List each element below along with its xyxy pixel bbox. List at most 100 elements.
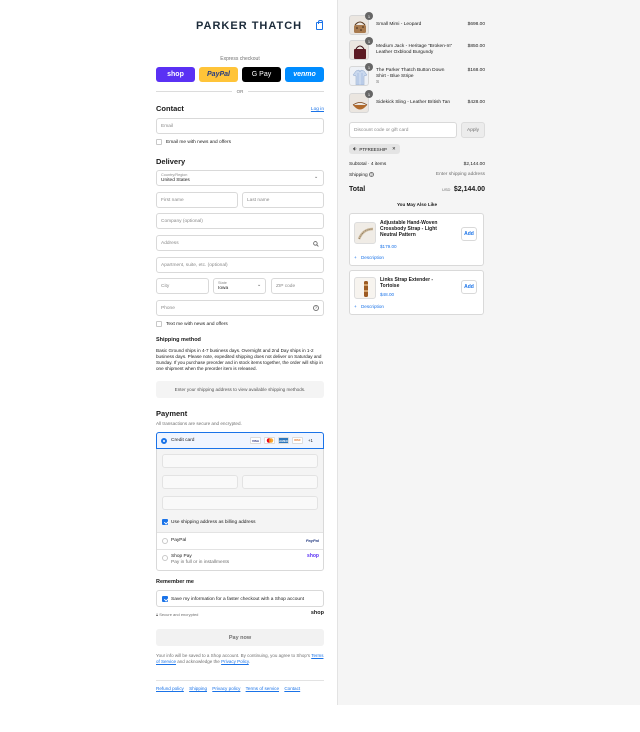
close-icon[interactable]: ✕: [392, 146, 396, 152]
help-icon[interactable]: ?: [369, 172, 375, 177]
paypal-option[interactable]: PayPal PayPal: [157, 533, 323, 549]
discount-tag: ⬖ PTFREESHIP ✕: [349, 144, 400, 154]
paypal-label: PayPal: [207, 71, 230, 78]
google-pay-button[interactable]: G Pay: [242, 67, 281, 82]
apply-button[interactable]: Apply: [461, 122, 485, 138]
currency-label: USD: [442, 187, 451, 192]
add-button[interactable]: Add: [461, 227, 477, 241]
credit-card-option[interactable]: Credit card VISA AMEX DISC +1: [156, 432, 324, 449]
description-toggle[interactable]: + Description: [354, 255, 384, 260]
product-name: Sidekick Sling - Leather British Tan: [376, 100, 451, 105]
express-checkout-title: Express checkout: [220, 56, 260, 62]
divider: [156, 91, 232, 92]
add-label: Add: [464, 284, 474, 290]
state-select[interactable]: State Iowa ⌄: [213, 278, 266, 294]
quantity-badge: 1: [365, 90, 373, 98]
shop-pay-button[interactable]: shop: [156, 67, 195, 82]
help-icon[interactable]: ?: [313, 305, 319, 311]
product-price: $428.00: [467, 100, 485, 105]
recommendation-name[interactable]: Links Strap Extender - Tortoise: [380, 277, 450, 289]
quantity-badge: 1: [365, 37, 373, 45]
shopping-bag-icon[interactable]: [316, 20, 323, 30]
text-news-label: Text me with news and offers: [166, 322, 228, 327]
city-field[interactable]: City: [156, 278, 209, 294]
pay-now-label: Pay now: [228, 634, 252, 641]
chevron-down-icon: ⌄: [256, 283, 261, 288]
amex-icon: AMEX: [278, 437, 289, 444]
country-value: United States: [161, 178, 190, 183]
card-cvc-field[interactable]: [242, 475, 318, 489]
company-field[interactable]: Company (optional): [156, 213, 324, 229]
remember-me-heading: Remember me: [156, 579, 194, 585]
email-placeholder: Email: [161, 123, 173, 129]
footer-link-refund[interactable]: Refund policy: [156, 686, 184, 691]
venmo-button[interactable]: venmo: [285, 67, 324, 82]
amex-label: AMEX: [279, 438, 288, 443]
address-placeholder: Address: [161, 240, 179, 246]
description-label: Description: [360, 255, 384, 260]
card-name-field[interactable]: [162, 496, 318, 510]
country-select[interactable]: Country/Region United States ⌄: [156, 170, 324, 186]
legal-mid: and acknowledge the: [177, 659, 220, 664]
credit-card-radio[interactable]: [161, 438, 167, 444]
subtotal-label: Subtotal · 4 items: [349, 162, 387, 167]
last-name-placeholder: Last name: [247, 197, 270, 203]
recommendation-name[interactable]: Adjustable Hand-Woven Crossbody Strap - …: [380, 220, 450, 239]
privacy-link[interactable]: Privacy Policy: [221, 659, 249, 664]
total-label: Total: [349, 186, 366, 193]
mastercard-circles: [266, 438, 273, 443]
strap-image: [357, 227, 374, 240]
description-toggle[interactable]: + Description: [354, 304, 384, 309]
shop-pay-radio[interactable]: [162, 555, 168, 561]
card-number-field[interactable]: [162, 454, 318, 468]
pay-now-button[interactable]: Pay now: [156, 629, 324, 646]
payment-subtitle: All transactions are secure and encrypte…: [156, 421, 242, 426]
credit-card-label: Credit card: [171, 438, 195, 443]
first-name-field[interactable]: First name: [156, 192, 238, 208]
shipping-method-heading: Shipping method: [156, 337, 201, 343]
last-name-field[interactable]: Last name: [242, 192, 324, 208]
paypal-button[interactable]: PayPal: [199, 67, 238, 82]
footer-links: Refund policy Shipping Privacy policy Te…: [156, 686, 300, 691]
discover-icon: DISC: [292, 437, 303, 444]
email-field[interactable]: Email: [156, 118, 324, 134]
discount-placeholder: Discount code or gift card: [354, 127, 409, 133]
apartment-field[interactable]: Apartment, suite, etc. (optional): [156, 257, 324, 273]
email-news-checkbox[interactable]: [156, 139, 162, 145]
legal-text: Your info will be saved to a Shop accoun…: [156, 653, 324, 665]
shipping-placeholder-text: Enter your shipping address to view avai…: [174, 387, 306, 392]
brand-logo[interactable]: PARKER THATCH: [196, 20, 302, 32]
phone-placeholder: Phone: [161, 305, 175, 311]
shop-pay-option[interactable]: Shop Pay Pay in full or in installments …: [157, 550, 323, 571]
remember-me-box: Save my information for a faster checkou…: [156, 590, 324, 607]
divider: [248, 91, 324, 92]
or-label: OR: [236, 89, 244, 94]
save-info-checkbox[interactable]: [162, 596, 168, 602]
paypal-radio[interactable]: [162, 538, 168, 544]
footer-link-shipping[interactable]: Shipping: [189, 686, 207, 691]
discount-code-field[interactable]: Discount code or gift card: [349, 122, 457, 138]
company-placeholder: Company (optional): [161, 218, 203, 224]
description-label: Description: [360, 304, 384, 309]
footer-link-privacy[interactable]: Privacy policy: [212, 686, 240, 691]
discount-tag-label: PTFREESHIP: [359, 146, 387, 152]
footer-link-terms[interactable]: Terms of service: [246, 686, 279, 691]
product-price: $850.00: [467, 44, 485, 49]
zip-field[interactable]: ZIP code: [271, 278, 324, 294]
product-name: Small Mimi - Leopard: [376, 22, 422, 27]
address-field[interactable]: Address: [156, 235, 324, 251]
footer-link-contact[interactable]: Contact: [284, 686, 300, 691]
add-button[interactable]: Add: [461, 280, 477, 294]
shop-pay-logo: shop: [307, 553, 319, 559]
billing-address-checkbox[interactable]: [162, 519, 168, 525]
visa-label: VISA: [251, 438, 259, 443]
product-variant: S: [376, 80, 380, 85]
shop-logo: shop: [310, 610, 324, 616]
plus-icon: +: [354, 304, 357, 309]
phone-field[interactable]: Phone ?: [156, 300, 324, 316]
card-expiry-field[interactable]: [162, 475, 238, 489]
venmo-label: venmo: [293, 71, 316, 78]
login-link[interactable]: Log in: [311, 107, 324, 112]
first-name-placeholder: First name: [161, 197, 184, 203]
text-news-checkbox[interactable]: [156, 321, 162, 327]
